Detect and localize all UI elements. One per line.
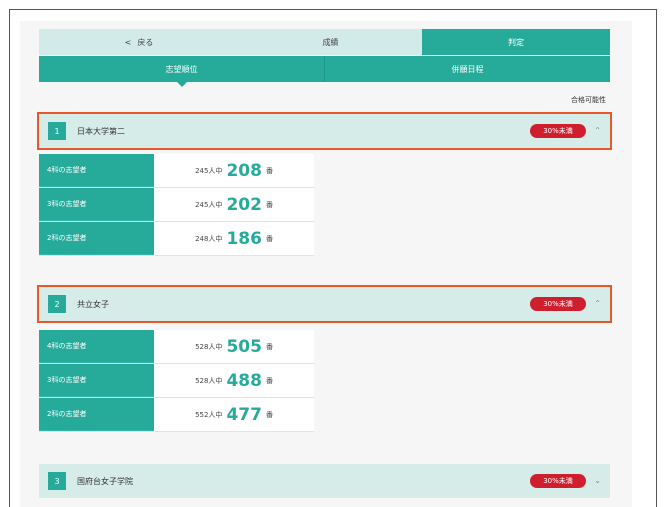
rank-position: 505 — [226, 336, 262, 357]
school-name: 国府台女子学院 — [77, 476, 133, 486]
tab-judgement[interactable]: 判定 — [422, 29, 610, 55]
school-rank-number: 2 — [48, 295, 66, 313]
applicant-total: 245人中 — [195, 200, 223, 209]
applicant-group-label: 4科の志望者 — [39, 330, 154, 363]
rank-value: 528人中 505 番 — [154, 330, 314, 363]
applicant-group-label: 4科の志望者 — [39, 154, 154, 187]
subtab-combined-schedule[interactable]: 併願日程 — [324, 56, 610, 82]
active-tab-caret — [176, 82, 187, 87]
rank-table: 4科の志望者 528人中 505 番 3科の志望者 528人中 488 番 2科… — [39, 330, 314, 432]
applicant-total: 552人中 — [195, 410, 223, 419]
applicant-group-label: 3科の志望者 — [39, 364, 154, 397]
tab-grades[interactable]: 成績 — [239, 29, 422, 55]
chevron-left-icon: < — [124, 37, 132, 47]
rank-position: 488 — [226, 370, 262, 391]
school-rank-number: 1 — [48, 122, 66, 140]
rank-table: 4科の志望者 245人中 208 番 3科の志望者 245人中 202 番 2科… — [39, 154, 314, 256]
table-row: 2科の志望者 552人中 477 番 — [39, 398, 314, 432]
subtab-preference-order[interactable]: 志望順位 — [39, 56, 324, 87]
table-row: 4科の志望者 528人中 505 番 — [39, 330, 314, 364]
chevron-down-icon[interactable]: ⌄ — [594, 476, 601, 485]
content-panel — [20, 21, 632, 507]
rank-position: 477 — [226, 404, 262, 425]
applicant-group-label: 2科の志望者 — [39, 222, 154, 255]
possibility-badge: 30%未満 — [530, 474, 586, 488]
rank-value: 248人中 186 番 — [154, 222, 314, 255]
rank-unit: 番 — [265, 200, 273, 209]
table-row: 3科の志望者 528人中 488 番 — [39, 364, 314, 398]
applicant-total: 248人中 — [195, 234, 223, 243]
subtab-label: 志望順位 — [165, 64, 198, 74]
rank-position: 208 — [226, 160, 262, 181]
applicant-total: 245人中 — [195, 166, 223, 175]
rank-value: 245人中 208 番 — [154, 154, 314, 187]
back-button[interactable]: < 戻る — [39, 29, 239, 55]
school-name: 共立女子 — [77, 299, 109, 309]
table-row: 4科の志望者 245人中 208 番 — [39, 154, 314, 188]
applicant-group-label: 3科の志望者 — [39, 188, 154, 221]
school-rank-number: 3 — [48, 472, 66, 490]
possibility-badge: 30%未満 — [530, 124, 586, 138]
chevron-up-icon[interactable]: ⌃ — [594, 299, 601, 308]
school-name: 日本大学第二 — [77, 126, 125, 136]
applicant-total: 528人中 — [195, 376, 223, 385]
table-row: 3科の志望者 245人中 202 番 — [39, 188, 314, 222]
rank-value: 528人中 488 番 — [154, 364, 314, 397]
tab-judgement-label: 判定 — [508, 37, 524, 47]
tab-grades-label: 成績 — [322, 37, 339, 47]
subtab-label: 併願日程 — [451, 64, 484, 74]
school-header[interactable]: 1 日本大学第二 30%未満 ⌃ — [37, 112, 612, 150]
applicant-total: 528人中 — [195, 342, 223, 351]
possibility-column-label: 合格可能性 — [571, 96, 606, 104]
school-header[interactable]: 3 国府台女子学院 30%未満 ⌄ — [39, 464, 610, 498]
table-row: 2科の志望者 248人中 186 番 — [39, 222, 314, 256]
rank-position: 186 — [226, 228, 262, 249]
rank-value: 552人中 477 番 — [154, 398, 314, 431]
rank-unit: 番 — [265, 376, 273, 385]
rank-unit: 番 — [265, 234, 273, 243]
rank-unit: 番 — [265, 410, 273, 419]
possibility-badge: 30%未満 — [530, 297, 586, 311]
rank-unit: 番 — [265, 342, 273, 351]
rank-position: 202 — [226, 194, 262, 215]
back-label: 戻る — [137, 37, 154, 47]
rank-value: 245人中 202 番 — [154, 188, 314, 221]
rank-unit: 番 — [265, 166, 273, 175]
chevron-up-icon[interactable]: ⌃ — [594, 126, 601, 135]
top-navigation: < 戻る 成績 判定 — [39, 29, 610, 55]
applicant-group-label: 2科の志望者 — [39, 398, 154, 431]
school-header[interactable]: 2 共立女子 30%未満 ⌃ — [37, 285, 612, 323]
subtab-bar: 志望順位 併願日程 — [39, 56, 610, 87]
